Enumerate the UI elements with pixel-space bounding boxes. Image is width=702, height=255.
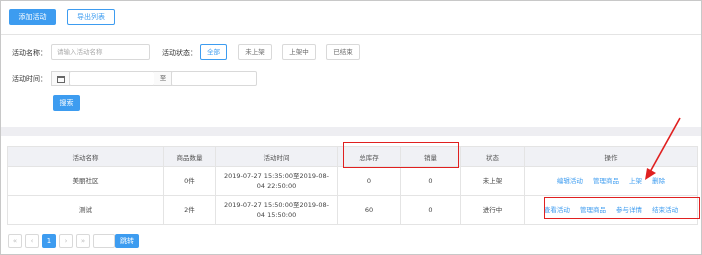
last-page-button[interactable]: » <box>76 234 90 248</box>
goto-page-input[interactable] <box>93 234 115 248</box>
annotation-arrow <box>645 117 681 180</box>
prev-page-button[interactable]: ‹ <box>25 234 39 248</box>
next-page-button[interactable]: › <box>59 234 73 248</box>
goto-page-button[interactable]: 跳转 <box>115 234 139 248</box>
page-number-button[interactable]: 1 <box>42 234 56 248</box>
first-page-button[interactable]: « <box>8 234 22 248</box>
